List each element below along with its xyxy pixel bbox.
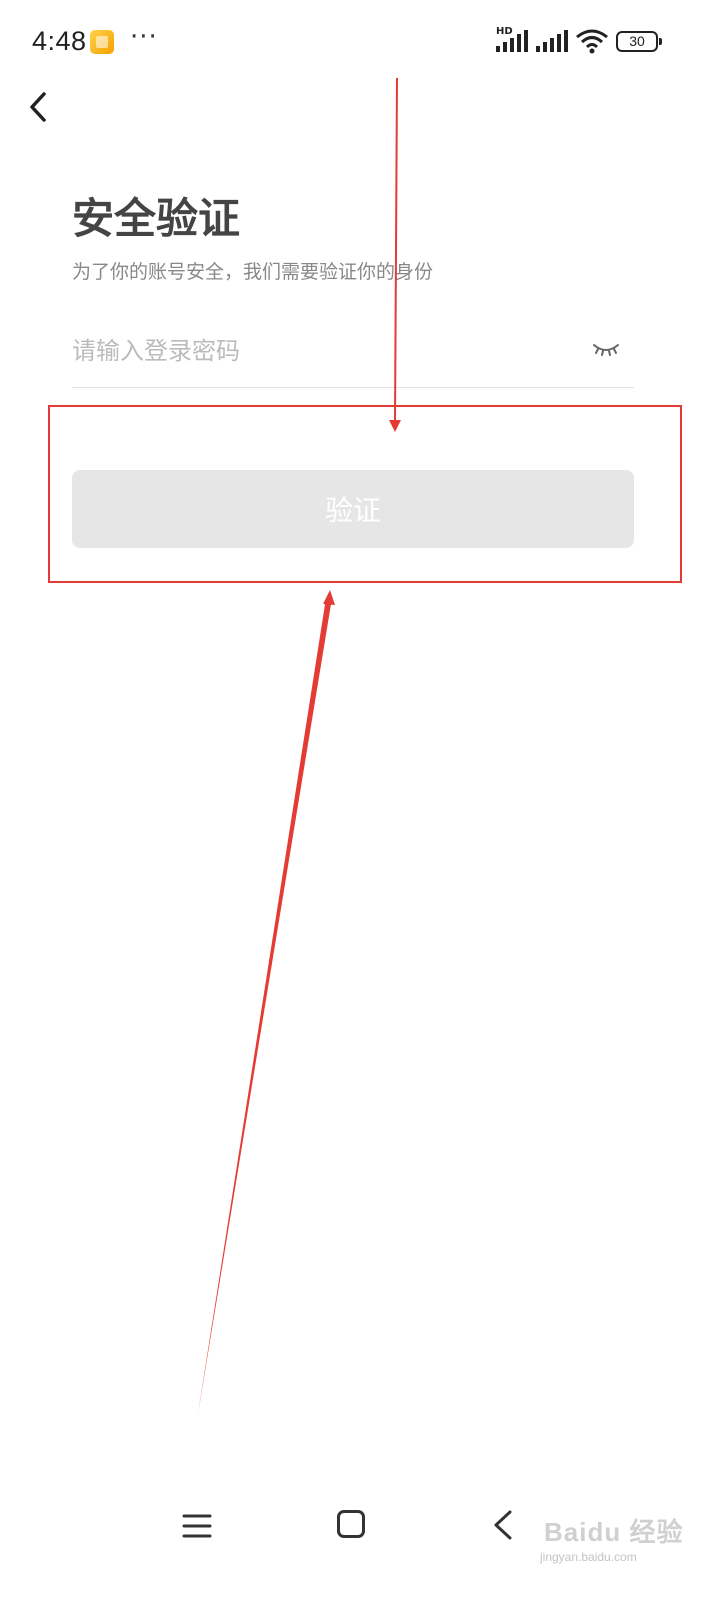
page-subtitle: 为了你的账号安全，我们需要验证你的身份	[72, 261, 434, 283]
password-visibility-toggle[interactable]	[592, 340, 620, 360]
wifi-icon	[576, 29, 608, 54]
more-notifications-icon: ···	[130, 22, 158, 52]
battery-icon: 30	[616, 31, 662, 52]
status-time: 4:48	[32, 26, 87, 56]
watermark-logo-text: Baidu 经验	[544, 1517, 684, 1547]
password-field-row	[72, 318, 634, 388]
verify-button[interactable]: 验证	[72, 470, 634, 548]
battery-level: 30	[629, 33, 645, 49]
status-bar: 4:48 ··· HD 30	[0, 0, 720, 84]
eye-closed-icon	[593, 344, 619, 356]
page-title: 安全验证	[72, 194, 241, 243]
home-icon[interactable]	[337, 1510, 365, 1538]
password-input[interactable]	[72, 326, 572, 376]
menu-icon[interactable]	[182, 1512, 212, 1540]
back-icon[interactable]	[490, 1508, 516, 1542]
app-notification-icon	[90, 30, 114, 54]
back-button[interactable]	[20, 86, 64, 130]
baidu-jingyan-watermark: Baidu 经验 jingyan.baidu.com	[540, 1492, 710, 1574]
annotation-arrowhead-bottom	[323, 590, 335, 605]
annotation-arrow-bottom	[197, 598, 332, 1420]
signal-icon	[496, 30, 528, 52]
watermark-url: jingyan.baidu.com	[540, 1550, 637, 1564]
signal-icon	[536, 30, 568, 52]
chevron-left-icon	[30, 92, 46, 122]
